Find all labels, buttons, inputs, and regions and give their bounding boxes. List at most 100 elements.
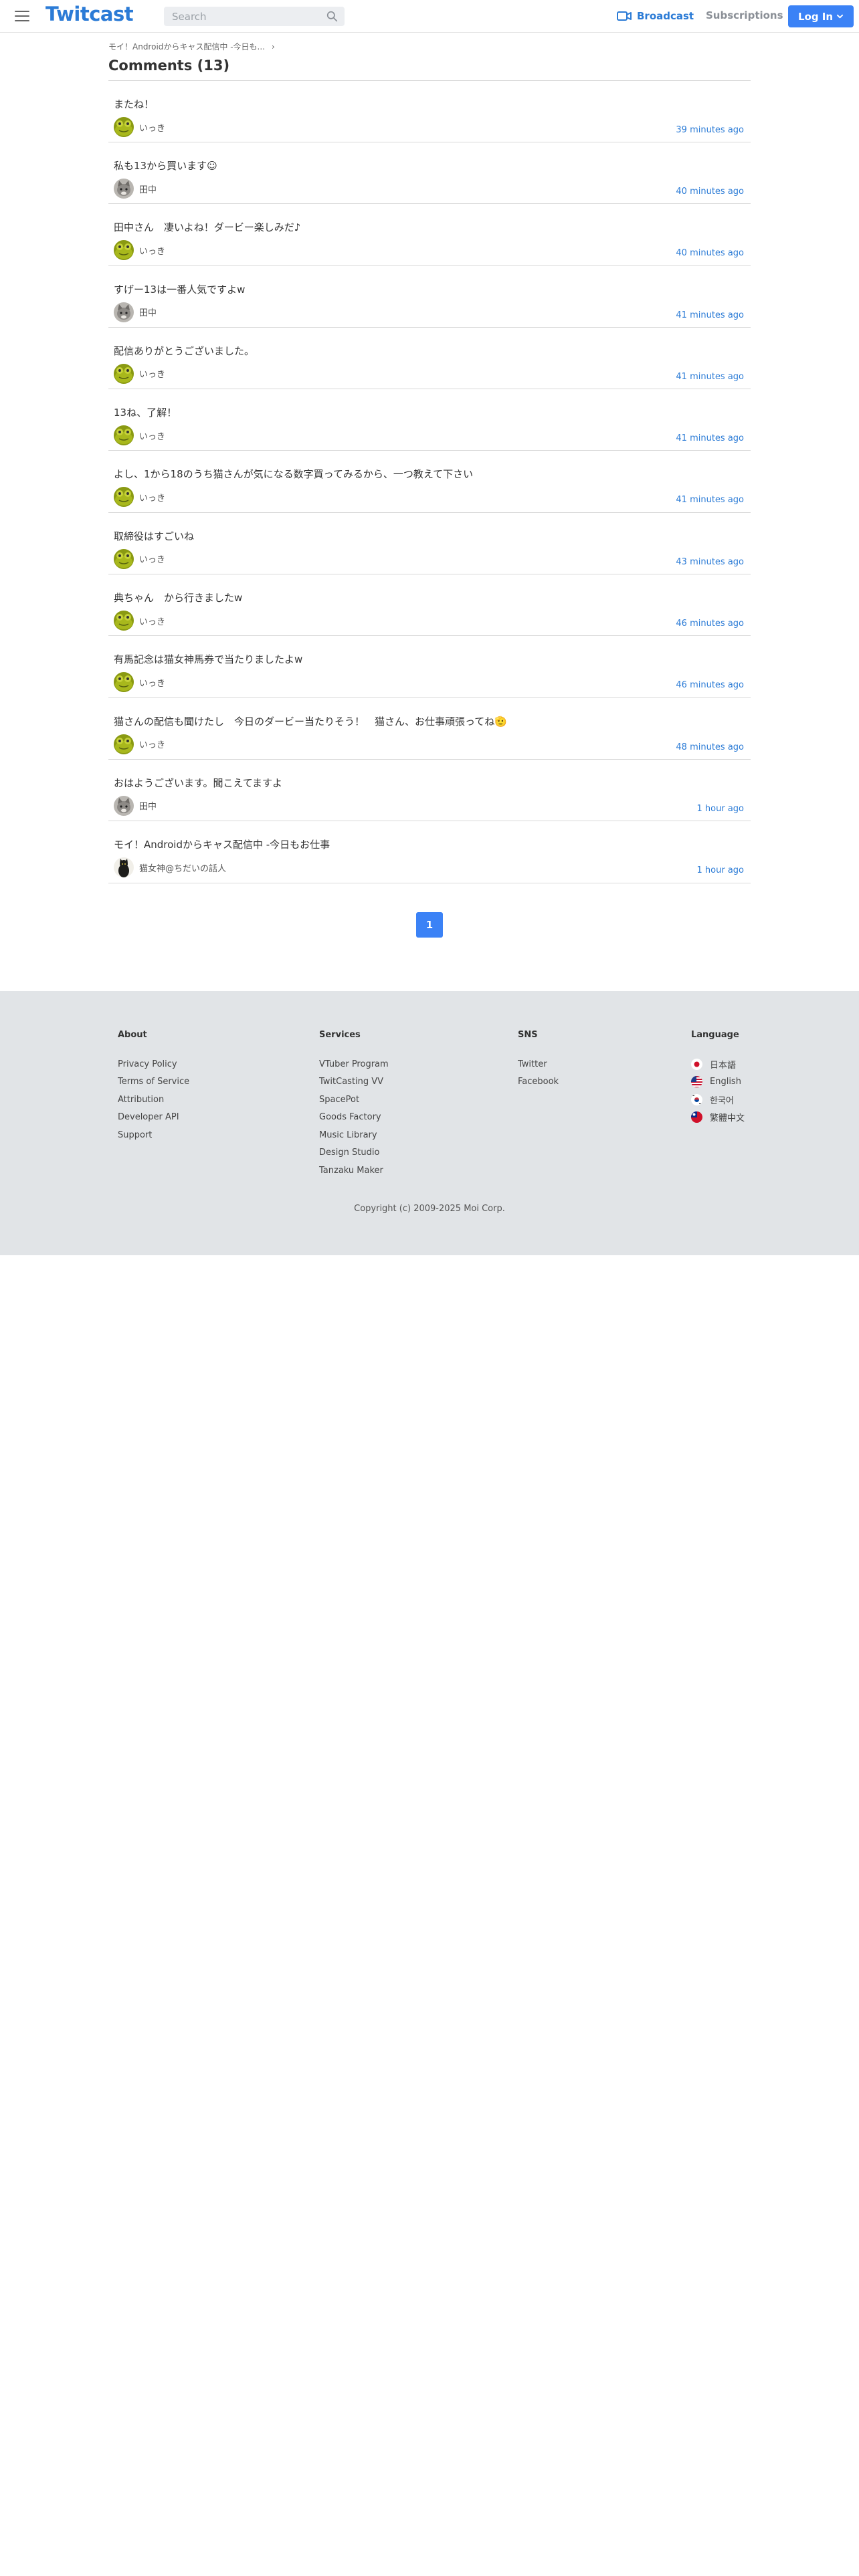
footer-link[interactable]: Terms of Service	[118, 1073, 189, 1091]
comment-timestamp[interactable]: 41 minutes ago	[676, 310, 744, 320]
comment-timestamp[interactable]: 41 minutes ago	[676, 372, 744, 382]
frog-avatar[interactable]	[114, 363, 134, 384]
footer-link[interactable]: TwitCasting VV	[319, 1073, 389, 1091]
author-name[interactable]: いっき	[139, 121, 165, 134]
footer-link[interactable]: Facebook	[518, 1073, 559, 1091]
pagination-page-1[interactable]: 1	[416, 912, 443, 938]
comment-author[interactable]: いっき	[114, 734, 165, 754]
cat-avatar[interactable]	[114, 795, 134, 816]
author-name[interactable]: いっき	[139, 738, 165, 750]
comment-timestamp[interactable]: 1 hour ago	[697, 865, 744, 875]
language-option[interactable]: 繁體中文	[691, 1109, 745, 1127]
author-name[interactable]: 田中	[139, 183, 157, 195]
footer-link[interactable]: SpacePot	[319, 1091, 389, 1109]
author-name[interactable]: 田中	[139, 799, 157, 812]
comment-author[interactable]: いっき	[114, 425, 165, 446]
comment-author[interactable]: 田中	[114, 302, 157, 322]
comment-text: またね！	[114, 98, 155, 110]
language-label: 日本語	[710, 1060, 737, 1071]
comment-item: モイ！Androidからキャス配信中 -今日もお仕事猫女神@ちだいの話人 1 ho…	[108, 821, 751, 883]
subscriptions-link[interactable]: Subscriptions	[706, 9, 783, 21]
comment-timestamp[interactable]: 48 minutes ago	[676, 742, 744, 752]
author-name[interactable]: いっき	[139, 244, 165, 257]
comment-timestamp[interactable]: 1 hour ago	[697, 804, 744, 814]
comment-text: モイ！Androidからキャス配信中 -今日もお仕事	[114, 839, 330, 851]
login-button[interactable]: Log In	[788, 5, 854, 27]
comment-timestamp[interactable]: 40 minutes ago	[676, 248, 744, 258]
breadcrumb-link[interactable]: モイ！Androidからキャス配信中 -今日も...	[108, 40, 265, 53]
comment-text: よし、1から18のうち猫さんが気になる数字買ってみるから、一つ教えて下さい	[114, 468, 474, 481]
search-input[interactable]	[164, 7, 324, 26]
comment-timestamp[interactable]: 43 minutes ago	[676, 557, 744, 567]
author-name[interactable]: いっき	[139, 676, 165, 689]
footer-link[interactable]: Attribution	[118, 1091, 189, 1109]
comment-author[interactable]: 田中	[114, 179, 157, 199]
footer-link[interactable]: Privacy Policy	[118, 1055, 189, 1073]
comment-author[interactable]: いっき	[114, 240, 165, 261]
comment-author[interactable]: 猫女神@ちだいの話人	[114, 857, 226, 878]
comment-author[interactable]: いっき	[114, 363, 165, 384]
frog-avatar[interactable]	[114, 240, 134, 261]
search-icon[interactable]	[326, 11, 338, 22]
frog-avatar[interactable]	[114, 672, 134, 693]
comment-author[interactable]: いっき	[114, 548, 165, 569]
author-name[interactable]: いっき	[139, 429, 165, 442]
comment-author[interactable]: 田中	[114, 795, 157, 816]
footer-link[interactable]: Twitter	[518, 1055, 559, 1073]
footer-link[interactable]: Support	[118, 1126, 189, 1144]
comment-author[interactable]: いっき	[114, 487, 165, 508]
comment-text: 私も13から買います☺	[114, 160, 217, 172]
broadcast-label: Broadcast	[637, 10, 694, 22]
frog-avatar[interactable]	[114, 548, 134, 569]
video-camera-icon	[617, 11, 632, 21]
footer-link[interactable]: Design Studio	[319, 1144, 389, 1162]
footer-link[interactable]: Tanzaku Maker	[319, 1162, 389, 1180]
comment-list: またね！ いっき 39 minutes ago 私も13から買います☺ 田中 40 min…	[108, 81, 751, 883]
main-content: モイ！Androidからキャス配信中 -今日も... › Comments (1…	[108, 40, 751, 883]
japan-flag-icon	[691, 1058, 702, 1070]
comment-timestamp[interactable]: 40 minutes ago	[676, 187, 744, 197]
black-cat-avatar[interactable]	[114, 857, 134, 878]
language-option[interactable]: 日本語	[691, 1055, 745, 1073]
comment-timestamp[interactable]: 41 minutes ago	[676, 433, 744, 443]
footer-sns-column: SNS Twitter Facebook	[518, 1030, 559, 1091]
comment-author[interactable]: いっき	[114, 611, 165, 631]
footer-services-heading: Services	[319, 1030, 361, 1040]
comment-timestamp[interactable]: 46 minutes ago	[676, 619, 744, 629]
footer-link[interactable]: VTuber Program	[319, 1055, 389, 1073]
comment-author[interactable]: いっき	[114, 672, 165, 693]
author-name[interactable]: いっき	[139, 491, 165, 504]
cat-avatar[interactable]	[114, 302, 134, 322]
language-option[interactable]: English	[691, 1073, 745, 1091]
comment-item: 猫さんの配信も聞けたし 今日のダービー当たりそう！ 猫さん、お仕事頑張ってね🫡 い…	[108, 698, 751, 760]
language-option[interactable]: 한국어	[691, 1091, 745, 1109]
language-label: English	[710, 1077, 741, 1087]
comment-timestamp[interactable]: 39 minutes ago	[676, 125, 744, 135]
frog-avatar[interactable]	[114, 734, 134, 754]
frog-avatar[interactable]	[114, 425, 134, 446]
search-box	[164, 7, 345, 26]
comment-item: 取締役はすごいね いっき 43 minutes ago	[108, 513, 751, 575]
frog-avatar[interactable]	[114, 611, 134, 631]
comment-timestamp[interactable]: 41 minutes ago	[676, 495, 744, 505]
comment-text: おはようございます。聞こえてますよ	[114, 776, 283, 789]
hamburger-menu-icon[interactable]	[13, 8, 31, 24]
comment-timestamp[interactable]: 46 minutes ago	[676, 680, 744, 690]
comment-author[interactable]: いっき	[114, 117, 165, 137]
twitcast-logo[interactable]: Twitcast	[45, 3, 134, 25]
frog-avatar[interactable]	[114, 487, 134, 508]
cat-avatar[interactable]	[114, 179, 134, 199]
author-name[interactable]: いっき	[139, 615, 165, 627]
footer-link[interactable]: Developer API	[118, 1109, 189, 1127]
author-name[interactable]: いっき	[139, 367, 165, 380]
comment-item: おはようございます。聞こえてますよ田中 1 hour ago	[108, 760, 751, 822]
footer-link[interactable]: Goods Factory	[319, 1109, 389, 1127]
frog-avatar[interactable]	[114, 117, 134, 137]
author-name[interactable]: いっき	[139, 552, 165, 565]
language-label: 繁體中文	[710, 1113, 745, 1124]
broadcast-button[interactable]: Broadcast	[617, 9, 694, 23]
author-name[interactable]: 田中	[139, 306, 157, 318]
comment-item: すげー13は一番人気ですよw 田中 41 minutes ago	[108, 266, 751, 328]
author-name[interactable]: 猫女神@ちだいの話人	[139, 861, 226, 874]
footer-link[interactable]: Music Library	[319, 1126, 389, 1144]
